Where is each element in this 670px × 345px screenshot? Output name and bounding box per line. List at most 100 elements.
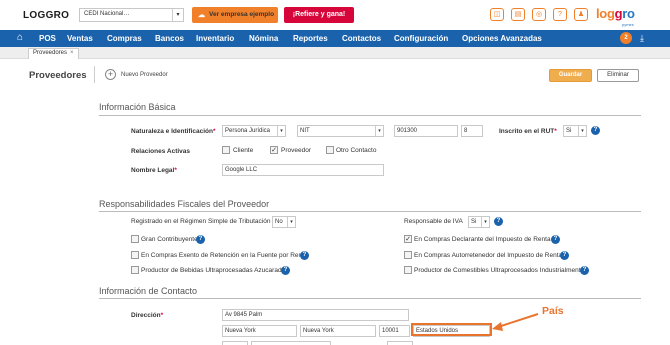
section-title-fiscal: Responsabilidades Fiscales del Proveedor [99, 199, 270, 209]
nav-reportes[interactable]: Reportes [293, 30, 328, 47]
download-icon[interactable]: ⤓ [640, 32, 644, 44]
iva-select[interactable]: Si ▾ [468, 216, 490, 228]
chevron-down-icon: ▾ [277, 126, 285, 136]
legal-name-label: Nombre Legal* [131, 167, 177, 174]
gran-contribuyente-label: Gran Contribuyente [141, 236, 198, 243]
exento-retencion-label: En Compras Exento de Retención en la Fue… [141, 252, 308, 259]
checkbox-otro-contacto-label: Otro Contacto [336, 147, 377, 154]
doc-number-input[interactable]: 901300 [394, 125, 458, 137]
checkbox-autorretenedor-renta[interactable] [404, 251, 412, 259]
delete-button[interactable]: Eliminar [597, 69, 639, 82]
checkbox-otro-contacto[interactable] [326, 146, 334, 154]
partial-field[interactable] [222, 341, 248, 345]
new-supplier-link[interactable]: Nuevo Proveedor [121, 72, 168, 78]
address-label: Dirección* [131, 312, 164, 319]
nav-nomina[interactable]: Nómina [249, 30, 278, 47]
nav-pos[interactable]: POS [39, 30, 56, 47]
chevron-down-icon: ▾ [375, 126, 383, 136]
annotation-label: País [542, 305, 564, 317]
autorretenedor-renta-label: En Compras Autorretenedor del Impuesto d… [414, 252, 563, 259]
top-bar: LOGGRO CEDI Nacional… ▾ ☁ Ver empresa ej… [0, 0, 670, 30]
chevron-down-icon: ▾ [287, 217, 295, 227]
nav-contactos[interactable]: Contactos [342, 30, 381, 47]
comestibles-ultraprocesados-label: Productor de Comestibles Ultraprocesados… [414, 267, 585, 274]
nav-bancos[interactable]: Bancos [155, 30, 184, 47]
tab-proveedores[interactable]: Proveedores × [28, 48, 79, 59]
checkbox-cliente[interactable] [222, 146, 230, 154]
city-input[interactable]: Nueva York [222, 325, 297, 337]
help-icon[interactable]: ? [196, 235, 205, 244]
help-icon[interactable]: ? [560, 251, 569, 260]
section-divider [99, 211, 641, 212]
question-icon[interactable]: ? [553, 8, 567, 21]
section-title-contact: Información de Contacto [99, 286, 198, 296]
cloud-icon: ☁ [198, 12, 205, 19]
checkbox-exento-retencion[interactable] [131, 251, 139, 259]
help-icon[interactable]: ? [494, 217, 503, 226]
nav-compras[interactable]: Compras [107, 30, 142, 47]
notification-badge[interactable]: 2 [620, 32, 632, 44]
zip-input[interactable]: 10001 [379, 325, 410, 337]
state-input[interactable]: Nueva York [300, 325, 376, 337]
checkbox-declarante-renta[interactable]: ✓ [404, 235, 412, 243]
relations-label: Relaciones Activas [131, 148, 191, 155]
bebidas-ultraprocesadas-label: Productor de Bebidas Ultraprocesadas Azu… [141, 267, 289, 274]
help-icon[interactable]: ? [281, 266, 290, 275]
tab-label: Proveedores [33, 50, 68, 56]
brand-logo: loggro [596, 6, 635, 21]
app-logo[interactable]: LOGGRO [23, 10, 69, 21]
rut-label: Inscrito en el RUT* [499, 128, 557, 135]
simple-regime-label: Registrado en el Régimen Simple de Tribu… [131, 218, 271, 225]
demo-company-button[interactable]: ☁ Ver empresa ejemplo [192, 7, 278, 23]
nav-inventario[interactable]: Inventario [196, 30, 234, 47]
checkbox-cliente-label: Cliente [233, 147, 254, 154]
divider [94, 66, 95, 83]
partial-field[interactable] [387, 341, 413, 345]
checkbox-proveedor-label: Proveedor [281, 147, 311, 154]
refer-button[interactable]: ¡Refiere y gana! [284, 7, 354, 23]
annotation-arrow [492, 313, 539, 331]
support-icon[interactable]: ◎ [532, 8, 546, 21]
checkbox-comestibles-ultraprocesados[interactable] [404, 266, 412, 274]
nature-label: Naturaleza e Identificación* [131, 128, 216, 135]
section-title-basic: Información Básica [99, 102, 176, 112]
home-icon[interactable]: ⌂ [17, 32, 23, 44]
close-icon[interactable]: × [70, 50, 74, 56]
country-highlight [411, 323, 492, 336]
chat-icon[interactable]: ◫ [490, 8, 504, 21]
dv-input[interactable]: 8 [461, 125, 483, 137]
checkbox-bebidas-ultraprocesadas[interactable] [131, 266, 139, 274]
user-icon[interactable]: ♟ [574, 8, 588, 21]
simple-regime-select[interactable]: No ▾ [272, 216, 296, 228]
plus-icon[interactable]: + [105, 69, 116, 80]
chevron-down-icon: ▾ [578, 126, 586, 136]
nav-configuracion[interactable]: Configuración [394, 30, 448, 47]
news-icon[interactable]: ▤ [511, 8, 525, 21]
legal-name-input[interactable]: Google LLC [222, 164, 384, 176]
doc-type-select[interactable]: NIT ▾ [297, 125, 384, 137]
nav-ventas[interactable]: Ventas [67, 30, 93, 47]
section-divider [99, 115, 641, 116]
help-icon[interactable]: ? [591, 126, 600, 135]
company-selector-value: CEDI Nacional… [84, 11, 130, 17]
help-icon[interactable]: ? [300, 251, 309, 260]
brand-subtitle: pymes [622, 22, 634, 27]
demo-company-label: Ver empresa ejemplo [209, 11, 275, 18]
save-button[interactable]: Guardar [549, 69, 592, 82]
help-icon[interactable]: ? [551, 235, 560, 244]
nature-select[interactable]: Persona Jurídica ▾ [222, 125, 286, 137]
help-icon[interactable]: ? [580, 266, 589, 275]
checkbox-proveedor[interactable]: ✓ [270, 146, 278, 154]
company-selector[interactable]: CEDI Nacional… ▾ [79, 8, 184, 22]
chevron-down-icon: ▾ [481, 217, 489, 227]
partial-field[interactable] [251, 341, 331, 345]
checkbox-gran-contribuyente[interactable] [131, 235, 139, 243]
nav-opciones-avanzadas[interactable]: Opciones Avanzadas [462, 30, 542, 47]
iva-label: Responsable de IVA [404, 218, 463, 225]
page-title: Proveedores [29, 70, 87, 81]
tab-bar: Proveedores × [0, 47, 670, 59]
rut-select[interactable]: Si ▾ [563, 125, 587, 137]
declarante-renta-label: En Compras Declarante del Impuesto de Re… [414, 236, 551, 243]
address-input[interactable]: Av 9845 Palm [222, 309, 409, 321]
main-nav: ⌂ POS Ventas Compras Bancos Inventario N… [0, 30, 670, 47]
